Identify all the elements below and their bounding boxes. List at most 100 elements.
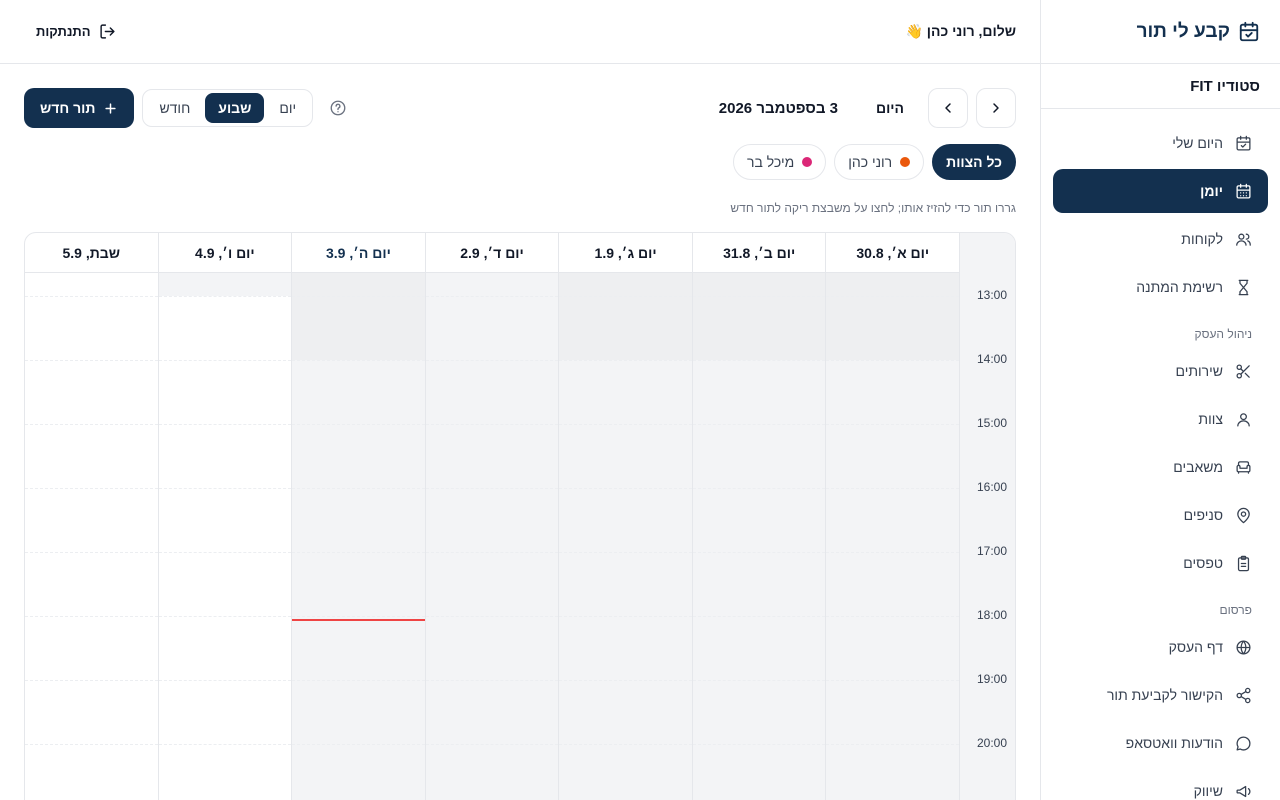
day-column[interactable] xyxy=(157,273,292,800)
hour-line xyxy=(692,744,826,745)
hour-line xyxy=(692,616,826,617)
sidebar-item-my-day[interactable]: היום שלי xyxy=(1053,121,1268,165)
help-icon[interactable] xyxy=(329,99,347,117)
day-header[interactable]: יום ו׳, 4.9 xyxy=(157,233,292,273)
staff-filters: כל הצוות רוני כהן מיכל בר xyxy=(733,144,1016,180)
current-time-indicator xyxy=(292,619,425,621)
filter-staff-michal[interactable]: מיכל בר xyxy=(733,144,827,180)
day-column[interactable] xyxy=(691,273,826,800)
sidebar-item-whatsapp[interactable]: הודעות וואטסאפ xyxy=(1053,721,1268,765)
hour-label: 14:00 xyxy=(976,352,1007,366)
calendar-icon xyxy=(1236,183,1251,199)
hour-line xyxy=(158,488,292,489)
closed-slot xyxy=(692,360,826,800)
filter-all-staff[interactable]: כל הצוות xyxy=(932,144,1016,180)
sidebar-item-booking-link[interactable]: הקישור לקביעת תור xyxy=(1053,673,1268,717)
hour-line xyxy=(292,616,425,617)
megaphone-icon xyxy=(1236,785,1251,797)
hour-line xyxy=(826,616,959,617)
day-header[interactable]: יום ד׳, 2.9 xyxy=(424,233,559,273)
view-switch: יום שבוע חודש xyxy=(142,89,314,127)
filter-label: רוני כהן xyxy=(848,154,893,170)
next-week-button[interactable] xyxy=(928,88,968,128)
day-header[interactable]: יום א׳, 30.8 xyxy=(825,233,959,273)
sidebar-item-waitlist[interactable]: רשימת המתנה xyxy=(1053,265,1268,309)
current-date-title: 3 בספטמבר 2026 xyxy=(718,99,838,117)
users-icon xyxy=(1236,233,1251,246)
hour-line xyxy=(158,680,292,681)
sidebar-item-label: צוות xyxy=(1198,411,1223,427)
hour-line xyxy=(692,680,826,681)
unavailable-slot xyxy=(158,273,292,296)
hour-label: 16:00 xyxy=(976,480,1007,494)
sidebar-item-label: הקישור לקביעת תור xyxy=(1106,687,1223,703)
hour-line xyxy=(559,680,692,681)
sidebar-item-branches[interactable]: סניפים xyxy=(1053,493,1268,537)
hour-line xyxy=(292,744,425,745)
calendar-body: 13:00 14:00 15:00 16:00 17:00 18:00 19:0… xyxy=(25,273,1015,800)
sidebar-item-label: לקוחות xyxy=(1181,231,1223,247)
day-column[interactable] xyxy=(424,273,559,800)
logout-icon xyxy=(99,24,115,39)
hour-line xyxy=(25,360,158,361)
plus-icon xyxy=(105,102,117,114)
filter-staff-roni[interactable]: רוני כהן xyxy=(834,144,925,180)
hour-line xyxy=(559,360,692,361)
nav-section-business: ניהול העסק xyxy=(1194,327,1253,341)
new-appointment-button[interactable]: תור חדש xyxy=(24,88,135,128)
day-header-today[interactable]: יום ה׳, 3.9 xyxy=(291,233,425,273)
time-gutter-header xyxy=(959,233,1015,273)
calendar-header: יום א׳, 30.8 יום ב׳, 31.8 יום ג׳, 1.9 יו… xyxy=(25,233,1015,273)
day-column-today[interactable] xyxy=(291,273,425,800)
sidebar-item-services[interactable]: שירותים xyxy=(1053,349,1268,393)
studio-name[interactable]: סטודיו FIT xyxy=(1041,64,1280,109)
hour-line xyxy=(25,488,158,489)
sidebar-item-forms[interactable]: טפסים xyxy=(1053,541,1268,585)
week-calendar: יום א׳, 30.8 יום ב׳, 31.8 יום ג׳, 1.9 יו… xyxy=(24,232,1016,800)
hour-line xyxy=(425,488,559,489)
brand[interactable]: קבע לי תור xyxy=(1041,0,1280,64)
day-header[interactable]: יום ג׳, 1.9 xyxy=(558,233,692,273)
sidebar-item-label: שיווק xyxy=(1193,783,1223,799)
hour-line xyxy=(25,680,158,681)
sidebar-item-label: יומן xyxy=(1200,183,1223,199)
logout-label: התנתקות xyxy=(36,24,91,39)
hour-line xyxy=(559,424,692,425)
hour-line xyxy=(158,296,292,297)
view-day[interactable]: יום xyxy=(266,93,309,123)
hour-line xyxy=(25,552,158,553)
day-column[interactable] xyxy=(25,273,158,800)
view-week[interactable]: שבוע xyxy=(205,93,265,123)
hour-label: 19:00 xyxy=(976,672,1007,686)
sidebar-item-business-page[interactable]: דף העסק xyxy=(1053,625,1268,669)
hour-line xyxy=(826,360,959,361)
chevron-left-icon xyxy=(945,103,951,113)
today-button[interactable]: היום xyxy=(860,100,920,116)
day-column[interactable] xyxy=(825,273,959,800)
day-header[interactable]: יום ב׳, 31.8 xyxy=(691,233,826,273)
previous-week-button[interactable] xyxy=(976,88,1016,128)
sidebar-item-calendar[interactable]: יומן xyxy=(1053,169,1268,213)
hour-line xyxy=(559,744,692,745)
day-column[interactable] xyxy=(558,273,692,800)
sidebar-item-label: טפסים xyxy=(1183,555,1223,571)
top-header: שלום, רוני כהן 👋 התנתקות xyxy=(0,0,1040,64)
hour-line xyxy=(826,552,959,553)
closed-slot xyxy=(292,360,425,800)
sidebar-item-clients[interactable]: לקוחות xyxy=(1053,217,1268,261)
sidebar-item-resources[interactable]: משאבים xyxy=(1053,445,1268,489)
sidebar-item-label: שירותים xyxy=(1175,363,1224,379)
sidebar-item-team[interactable]: צוות xyxy=(1053,397,1268,441)
hour-line xyxy=(25,744,158,745)
sidebar-item-label: משאבים xyxy=(1173,459,1223,475)
sidebar-item-marketing[interactable]: שיווק xyxy=(1053,769,1268,800)
hour-line xyxy=(692,360,826,361)
hour-label: 15:00 xyxy=(976,416,1007,430)
share-icon xyxy=(1236,687,1251,703)
view-month[interactable]: חודש xyxy=(146,93,203,123)
scissors-icon xyxy=(1236,363,1250,379)
hour-line xyxy=(559,616,692,617)
logout-button[interactable]: התנתקות xyxy=(36,23,116,40)
hour-line xyxy=(826,744,959,745)
day-header[interactable]: שבת, 5.9 xyxy=(25,233,158,273)
